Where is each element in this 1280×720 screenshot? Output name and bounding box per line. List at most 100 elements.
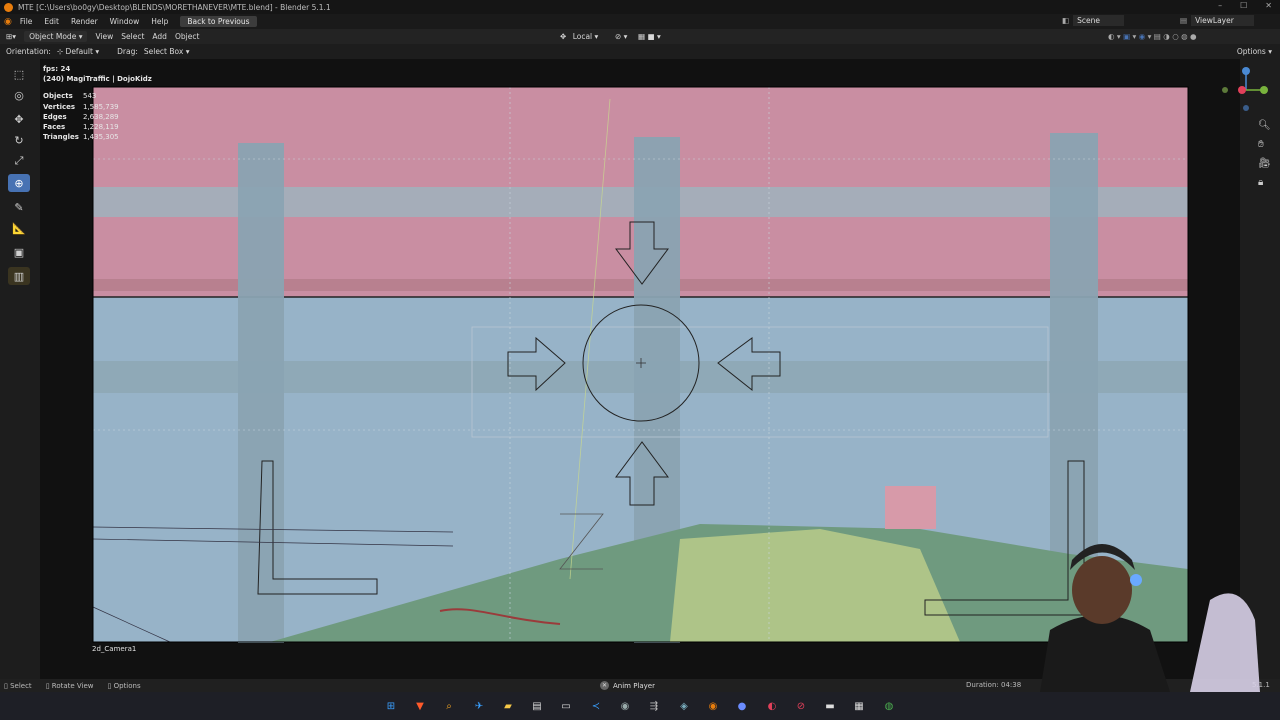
blender-menu-icon[interactable]: ◉ — [4, 17, 12, 27]
maximize-button[interactable]: ☐ — [1240, 1, 1247, 10]
blender-logo-icon — [4, 2, 13, 12]
stat-value: 1,228,119 — [83, 123, 119, 132]
menu-window[interactable]: Window — [104, 17, 146, 26]
brave-browser-icon[interactable]: ▼ — [411, 697, 429, 715]
drag-setting-dropdown[interactable]: Select Box ▾ — [144, 47, 190, 56]
obs-icon[interactable]: ◉ — [616, 697, 634, 715]
tool-shelf: ⬚ ◎ ✥ ↻ ⤢ ⊕ ✎ 📐 ▣ ▥ — [0, 59, 40, 679]
back-to-previous-button[interactable]: Back to Previous — [180, 16, 257, 27]
orientation-label: Local — [572, 32, 593, 41]
mode-label: Object Mode — [29, 32, 77, 41]
status-select-hint: ▯ Select — [4, 681, 32, 690]
menu-render[interactable]: Render — [65, 17, 104, 26]
menu-file[interactable]: File — [14, 17, 39, 26]
orientation-setting-value: Default — [65, 47, 93, 56]
headset-light — [1130, 574, 1142, 586]
anim-player-label: Anim Player — [613, 681, 655, 690]
gizmo-z-handle-icon[interactable] — [1242, 67, 1250, 75]
status-options-label: Options — [113, 681, 141, 690]
gizmo-y-handle-icon[interactable] — [1260, 86, 1268, 94]
cursor-tool-icon[interactable]: ◎ — [8, 86, 30, 104]
viewport-nav-icons: 🔍︎ ✋︎ 🎥︎ 🔒︎ — [1258, 120, 1271, 188]
gizmo-neg-y-icon[interactable] — [1222, 87, 1228, 93]
pinned-app-icon[interactable]: ✈ — [470, 697, 488, 715]
window-title: MTE [C:\Users\bo0gy\Desktop\BLENDS\MORET… — [18, 2, 331, 12]
gizmo-neg-z-icon[interactable] — [1243, 105, 1249, 111]
anim-player-task[interactable]: ✕ Anim Player — [600, 679, 655, 692]
os-taskbar — [0, 692, 1280, 720]
notepad-icon[interactable]: ▤ — [528, 697, 546, 715]
zoom-icon[interactable]: 🔍︎ — [1258, 120, 1271, 131]
lock-icon[interactable]: 🔒︎ — [1258, 177, 1271, 188]
viewlayer-label: ViewLayer — [1191, 15, 1254, 26]
scene-selector[interactable]: ◧ Scene — [1062, 15, 1124, 26]
fps-readout: fps: 24 — [43, 65, 71, 73]
orientation-setting-dropdown[interactable]: ⊹ Default ▾ — [57, 47, 99, 56]
select-box-tool-icon[interactable]: ⬚ — [8, 65, 30, 83]
app-icon-12[interactable]: ◐ — [763, 697, 781, 715]
terminal-icon[interactable]: ▭ — [557, 697, 575, 715]
search-icon[interactable]: ⌕ — [440, 697, 458, 715]
stat-key: Objects — [43, 92, 73, 101]
shading-icons[interactable]: ◐ ▾ ▣ ▾ ◉ ▾ ▤ ◑ ○ ◍ ● — [1108, 32, 1197, 41]
proportional-edit-icon[interactable]: ▦ ■ ▾ — [638, 32, 661, 41]
rotate-tool-icon[interactable]: ↻ — [8, 131, 30, 149]
chair-shape — [1190, 593, 1260, 692]
app-icon-15[interactable]: ▦ — [850, 697, 868, 715]
mode-dropdown[interactable]: Object Mode ▾ — [24, 31, 88, 42]
menu-edit[interactable]: Edit — [38, 17, 65, 26]
app-icon-9[interactable]: ◈ — [675, 697, 693, 715]
transform-tool-icon[interactable]: ⊕ — [8, 174, 30, 192]
app-icon-11[interactable]: ● — [733, 697, 751, 715]
stat-value: 1,435,305 — [83, 133, 119, 142]
status-rotate-label: Rotate View — [51, 681, 94, 690]
scale-tool-icon[interactable]: ⤢ — [8, 152, 30, 170]
menu-object[interactable]: Object — [175, 32, 199, 41]
vscode-icon[interactable]: ≺ — [587, 697, 605, 715]
viewport-stats: fps: 24 (240) MagiTraffic | DojoKidz Obj… — [43, 64, 152, 142]
annotate-tool-icon[interactable]: ✎ — [8, 198, 30, 216]
stat-row: Triangles 1,435,305 — [43, 132, 152, 142]
viewlayer-icon: ▤ — [1180, 16, 1188, 25]
transform-orientation-dropdown[interactable]: ✥ Local ▾ — [560, 32, 598, 41]
add-cube-tool-icon[interactable]: ▣ — [8, 243, 30, 261]
gizmo-x-handle-icon[interactable] — [1238, 86, 1246, 94]
camera-view-icon[interactable]: 🎥︎ — [1258, 158, 1271, 169]
drag-setting-value: Select Box — [143, 47, 184, 56]
orientation-setting-label: Orientation: — [6, 47, 51, 56]
chrome-icon[interactable]: ◍ — [880, 697, 898, 715]
move-tool-icon[interactable]: ✥ — [8, 110, 30, 128]
app-icon-8[interactable]: ⇶ — [645, 697, 663, 715]
editor-type-icon[interactable]: ⊞▾ — [6, 32, 16, 41]
app-icon-14[interactable]: ▬ — [821, 697, 839, 715]
app-icon-13[interactable]: ⊘ — [792, 697, 810, 715]
close-icon[interactable]: ✕ — [600, 681, 609, 690]
stat-value: 1,585,739 — [83, 102, 119, 111]
duration-readout: Duration: 04:38 — [966, 681, 1022, 689]
stat-row: Objects 543 — [43, 91, 152, 101]
status-rotate-hint: ▯ Rotate View — [45, 681, 94, 690]
measure-tool-icon[interactable]: 📐 — [8, 219, 30, 237]
window-controls: – ☐ ✕ — [1218, 1, 1272, 10]
stat-key: Triangles — [43, 133, 79, 142]
grease-pencil-tool-icon[interactable]: ▥ — [8, 267, 30, 285]
pan-hand-icon[interactable]: ✋︎ — [1258, 139, 1271, 150]
menu-select[interactable]: Select — [121, 32, 144, 41]
stat-row: Faces 1,228,119 — [43, 122, 152, 132]
person-head — [1072, 556, 1132, 624]
menu-help[interactable]: Help — [145, 17, 174, 26]
close-button[interactable]: ✕ — [1265, 1, 1272, 10]
snapping-icon[interactable]: ⊘ ▾ — [615, 32, 627, 41]
minimize-button[interactable]: – — [1218, 1, 1222, 10]
navigation-gizmo[interactable] — [1220, 66, 1274, 120]
status-options-hint: ▯ Options — [107, 681, 141, 690]
windows-start-icon[interactable]: ⊞ — [382, 697, 400, 715]
menu-view[interactable]: View — [95, 32, 113, 41]
webcam-overlay-image — [1040, 544, 1260, 692]
file-explorer-icon[interactable]: ▰ — [499, 697, 517, 715]
blender-taskbar-icon[interactable]: ◉ — [704, 697, 722, 715]
menu-add[interactable]: Add — [152, 32, 167, 41]
viewlayer-selector[interactable]: ▤ ViewLayer — [1180, 15, 1254, 26]
drag-setting-label: Drag: — [117, 47, 138, 56]
options-dropdown[interactable]: Options ▾ — [1237, 47, 1272, 56]
